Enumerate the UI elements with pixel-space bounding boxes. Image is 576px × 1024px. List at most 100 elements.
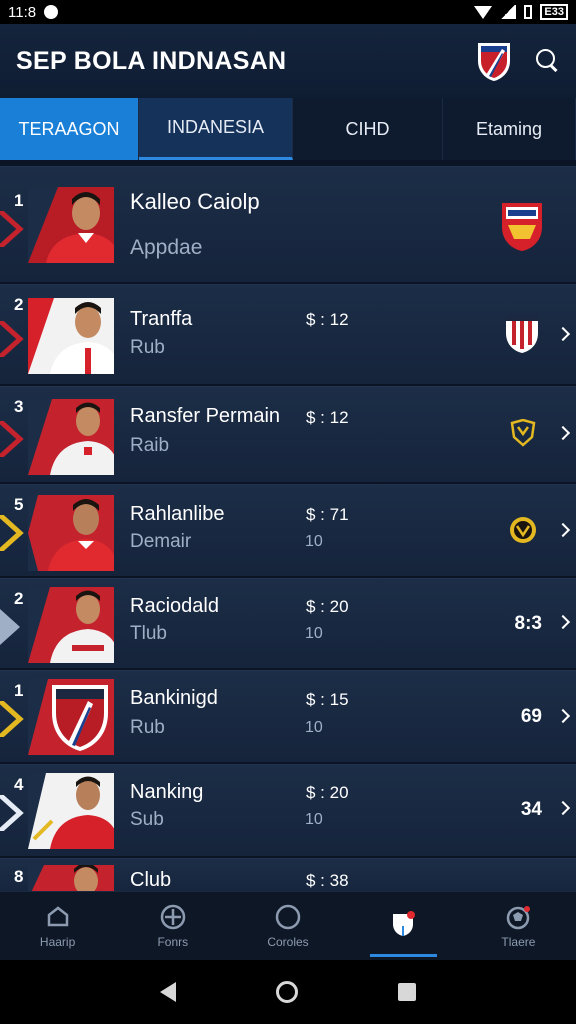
nav-label: Coroles xyxy=(267,935,309,949)
chevron-right-icon[interactable] xyxy=(555,614,571,630)
club-crest-icon xyxy=(502,203,542,251)
player-name: Club xyxy=(130,869,172,891)
player-club: Appdae xyxy=(130,236,203,259)
player-stat: 10 xyxy=(305,719,323,736)
player-name: Ransfer Permain xyxy=(130,405,281,427)
player-photo xyxy=(28,495,114,571)
rank-chevron-icon xyxy=(0,515,24,551)
tab-etaming[interactable]: Etaming xyxy=(443,98,576,160)
circle-icon xyxy=(275,904,301,930)
chevron-right-icon[interactable] xyxy=(555,326,571,342)
player-photo xyxy=(28,187,114,263)
home-button-icon[interactable] xyxy=(276,981,298,1003)
nav-tlaere[interactable]: Tlaere xyxy=(461,892,576,960)
player-price: $ : 20 xyxy=(306,597,349,616)
status-bar: 11:8 E33 xyxy=(0,0,576,24)
nav-coroles[interactable]: Coroles xyxy=(230,892,345,960)
rank-number: 2 xyxy=(14,589,24,608)
chevron-right-icon[interactable] xyxy=(555,800,571,816)
player-score: 8:3 xyxy=(514,613,542,634)
club-logo-icon[interactable] xyxy=(474,39,514,83)
club-crest-icon xyxy=(510,419,536,447)
player-photo xyxy=(28,399,114,475)
rank-number: 3 xyxy=(14,397,24,416)
player-name: Kalleo Caiolp xyxy=(130,189,260,214)
chevron-right-icon[interactable] xyxy=(555,522,571,538)
rank-number: 1 xyxy=(14,191,24,210)
player-score: 34 xyxy=(520,799,542,820)
list-item[interactable]: 8 Club $ : 38 xyxy=(0,858,576,891)
app-header: SEP BOLA INDNASAN xyxy=(0,24,576,98)
player-name: Tranffa xyxy=(130,308,193,330)
nav-label: Tlaere xyxy=(501,935,536,949)
plus-circle-icon xyxy=(160,904,186,930)
recents-icon[interactable] xyxy=(398,983,416,1001)
app-title: SEP BOLA INDNASAN xyxy=(16,46,287,75)
battery-icon: E33 xyxy=(540,4,568,20)
wifi-icon xyxy=(474,5,493,19)
player-list: 1 Kalleo Caiolp Appdae 2 Tranffa Rub $ :… xyxy=(0,166,576,891)
home-icon xyxy=(47,906,68,927)
list-item[interactable]: 2 Raciodald Tlub $ : 20 10 8:3 xyxy=(0,578,576,668)
tab-indanesia[interactable]: INDANESIA xyxy=(139,98,293,160)
system-nav-bar xyxy=(0,960,576,1024)
rank-number: 2 xyxy=(14,295,24,314)
list-item[interactable]: 1 Bankinigd Rub $ : 15 10 69 xyxy=(0,670,576,762)
nav-shield[interactable] xyxy=(346,892,461,960)
club-crest-icon xyxy=(510,517,536,543)
player-club: Demair xyxy=(130,531,192,552)
rank-number: 8 xyxy=(14,867,24,886)
tab-cihd[interactable]: CIHD xyxy=(293,98,443,160)
player-photo xyxy=(28,865,114,891)
club-crest-icon xyxy=(506,315,538,353)
bottom-nav: Haarip Fonrs Coroles Tlaere xyxy=(0,891,576,960)
player-photo xyxy=(28,587,114,663)
rank-number: 5 xyxy=(14,495,24,514)
nav-home[interactable]: Haarip xyxy=(0,892,115,960)
list-item[interactable]: 2 Tranffa Rub $ : 12 xyxy=(0,284,576,384)
player-club: Sub xyxy=(130,809,164,830)
rank-chevron-icon xyxy=(0,795,24,831)
player-club: Rub xyxy=(130,717,165,738)
player-stat: 10 xyxy=(305,533,323,550)
player-price: $ : 15 xyxy=(306,690,349,709)
club-crest-large xyxy=(28,679,114,755)
rank-chevron-icon xyxy=(0,211,24,247)
nav-label: Fonrs xyxy=(157,935,189,949)
tab-teraagon[interactable]: TERAAGON xyxy=(0,98,139,160)
player-price: $ : 71 xyxy=(306,505,349,524)
nav-fonrs[interactable]: Fonrs xyxy=(115,892,230,960)
list-item[interactable]: 4 Nanking Sub $ : 20 10 34 xyxy=(0,764,576,856)
chevron-right-icon[interactable] xyxy=(555,425,571,441)
rank-chevron-icon xyxy=(0,701,24,737)
player-score: 69 xyxy=(520,706,542,727)
player-name: Bankinigd xyxy=(130,687,218,709)
player-name: Rahlanlibe xyxy=(130,503,225,525)
rank-chevron-icon xyxy=(0,609,20,645)
player-stat: 10 xyxy=(305,811,323,828)
chevron-right-icon[interactable] xyxy=(555,708,571,724)
list-item[interactable]: 3 Ransfer Permain Raib $ : 12 xyxy=(0,386,576,482)
player-price: $ : 38 xyxy=(306,871,349,890)
player-name: Nanking xyxy=(130,781,204,803)
search-icon[interactable] xyxy=(536,49,560,73)
ball-icon xyxy=(507,906,531,930)
shield-icon xyxy=(393,911,416,936)
battery-saver-icon xyxy=(524,5,533,19)
signal-icon xyxy=(500,5,517,19)
list-item[interactable]: 5 Rahlanlibe Demair $ : 71 10 xyxy=(0,484,576,576)
player-name: Raciodald xyxy=(130,595,219,617)
status-time: 11:8 xyxy=(8,3,37,21)
player-club: Rub xyxy=(130,337,165,358)
back-icon[interactable] xyxy=(160,982,176,1002)
rank-number: 1 xyxy=(14,681,24,700)
player-club: Raib xyxy=(130,435,170,456)
player-price: $ : 12 xyxy=(306,310,349,329)
notification-icon xyxy=(44,5,59,19)
rank-chevron-icon xyxy=(0,321,24,357)
tab-bar: TERAAGON INDANESIA CIHD Etaming xyxy=(0,98,576,160)
list-item[interactable]: 1 Kalleo Caiolp Appdae xyxy=(0,166,576,282)
player-stat: 10 xyxy=(305,625,323,642)
player-photo xyxy=(28,773,114,849)
rank-chevron-icon xyxy=(0,421,24,457)
